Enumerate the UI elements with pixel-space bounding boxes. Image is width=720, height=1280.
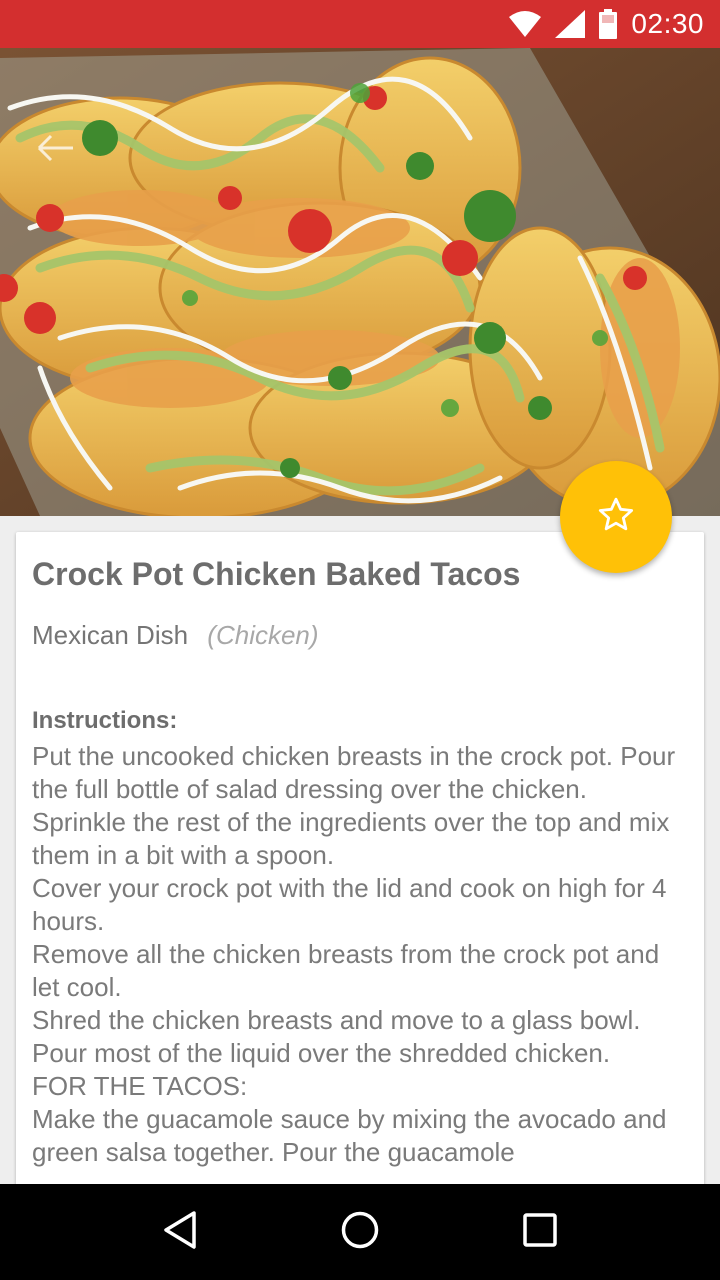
cellular-signal-icon bbox=[555, 10, 586, 38]
home-circle-icon bbox=[340, 1210, 380, 1255]
battery-icon bbox=[599, 9, 618, 39]
recipe-subcategory: (Chicken) bbox=[207, 620, 319, 650]
instructions-heading: Instructions: bbox=[32, 707, 178, 734]
instructions-text: Put the uncooked chicken breasts in the … bbox=[32, 741, 676, 1167]
clock: 02:30 bbox=[631, 8, 704, 39]
recipe-detail-screen: 02:30 Crock Pot Chicken Baked Tacos Mexi… bbox=[0, 0, 720, 1280]
nav-home-button[interactable] bbox=[330, 1202, 390, 1262]
wifi-icon bbox=[509, 11, 542, 37]
nav-recents-button[interactable] bbox=[510, 1202, 570, 1262]
recents-square-icon bbox=[522, 1212, 558, 1253]
favorite-button[interactable] bbox=[560, 461, 672, 573]
system-navigation-bar bbox=[0, 1184, 720, 1280]
arrow-back-icon bbox=[35, 133, 75, 163]
recipe-category: Mexican Dish bbox=[32, 620, 189, 650]
recipe-meta: Mexican Dish (Chicken) bbox=[32, 618, 688, 652]
recipe-hero-image bbox=[0, 48, 720, 516]
back-button[interactable] bbox=[30, 128, 80, 168]
nav-back-button[interactable] bbox=[150, 1202, 210, 1262]
back-triangle-icon bbox=[162, 1210, 198, 1255]
recipe-card: Crock Pot Chicken Baked Tacos Mexican Di… bbox=[16, 532, 704, 1232]
star-outline-icon bbox=[596, 495, 636, 540]
status-bar: 02:30 bbox=[0, 0, 720, 48]
